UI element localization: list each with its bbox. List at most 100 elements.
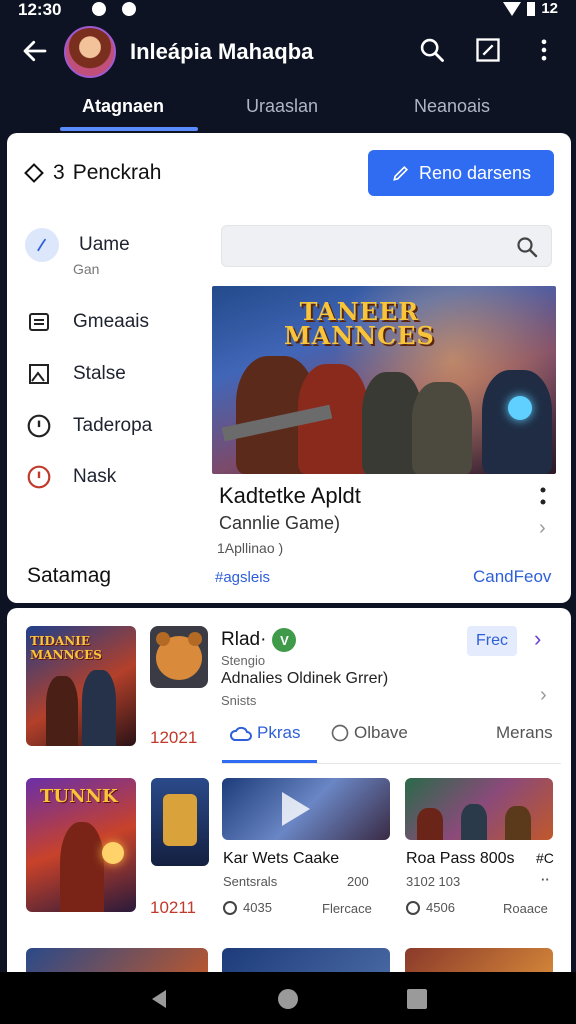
price-label: 10211 (150, 898, 197, 917)
tile-meta: 3102 103 (406, 874, 461, 889)
search-icon[interactable] (418, 36, 446, 64)
game-thumbnail[interactable] (222, 948, 390, 972)
hero-title-line2: MANNCES (284, 321, 435, 350)
thumb-figure (82, 670, 116, 746)
nav-home-icon[interactable] (277, 988, 299, 1010)
thumb-figure (461, 804, 487, 840)
tile-foot-right: Roaace (503, 901, 548, 916)
verified-badge-icon: V (272, 628, 297, 652)
nav-back-icon[interactable] (148, 988, 170, 1010)
row-title: Rlad· V (221, 628, 297, 652)
status-right: 12 (503, 0, 558, 17)
tile-foot: 4506 (406, 900, 455, 915)
tile-title: Roa Pass 800s (406, 850, 515, 867)
footer-tag-link[interactable]: #agsleis (215, 569, 270, 586)
tab-bar: Atagnaen Uraaslan Neanoais (0, 86, 576, 132)
row-description: Adnalies Oldinek Grrer) (221, 670, 389, 687)
status-time: 12:30 (18, 0, 62, 19)
app-icon[interactable] (151, 778, 209, 866)
more-icon[interactable] (540, 487, 546, 509)
segment-label: Olbave (354, 723, 408, 742)
tile-more-icon[interactable]: ·· (541, 872, 550, 887)
search-icon (517, 237, 538, 258)
tab-atagnaen[interactable]: Atagnaen (82, 96, 164, 117)
nav-label: Gmeaais (73, 311, 150, 332)
thumb-figure (417, 808, 443, 840)
game-thumbnail[interactable] (26, 948, 208, 972)
app-title: Inleápia Mahaqba (130, 39, 314, 64)
tab-uraaslan[interactable]: Uraaslan (246, 96, 318, 117)
cloud-icon (229, 726, 252, 741)
nav-sublabel: Gan (73, 261, 100, 277)
nav-item-nask[interactable]: Nask (25, 463, 116, 491)
bear-icon (156, 632, 202, 680)
game-thumbnail[interactable] (405, 778, 553, 840)
chevron-right-icon[interactable]: › (540, 684, 547, 707)
app-bar: Inleápia Mahaqba (0, 22, 576, 86)
list-icon (25, 308, 53, 336)
tile-foot-value: 4506 (426, 900, 455, 915)
notification-icon (92, 2, 106, 16)
chevron-right-icon[interactable]: › (539, 517, 546, 540)
clock-icon (223, 900, 237, 915)
free-button[interactable]: Frec (467, 626, 517, 656)
primary-action-button[interactable]: Reno darsens (368, 150, 554, 196)
info-icon (25, 412, 53, 440)
primary-action-label: Reno darsens (418, 162, 532, 183)
chevron-icon (25, 228, 59, 262)
nav-item-gmeaais[interactable]: Gmeaais (25, 308, 149, 336)
tile-meta-right: 200 (347, 874, 369, 889)
search-input[interactable] (221, 225, 552, 267)
tile-foot: 4035 (223, 900, 272, 915)
edit-icon[interactable] (474, 36, 502, 64)
clock-icon (406, 900, 420, 915)
game-meta: 1Apllinao ) (217, 540, 284, 556)
hero-banner-image[interactable]: TANEER MANNCES (212, 286, 556, 474)
featured-card: 3 Penckrah Reno darsens Uame Gan Gmeaais… (7, 133, 571, 603)
segment-pkras[interactable]: Pkras (229, 723, 300, 743)
segment-label: Pkras (257, 723, 301, 742)
hero-light (508, 396, 532, 420)
segment-divider (221, 763, 561, 764)
status-bar: 12:30 12 (0, 0, 576, 22)
nav-item-stalse[interactable]: Stalse (25, 360, 126, 388)
thumb-caption: TIDANIE MANNCES (30, 634, 102, 662)
segment-merans[interactable]: Merans (496, 723, 553, 743)
thumb-figure (505, 806, 531, 840)
game-thumbnail[interactable] (405, 948, 553, 972)
more-icon[interactable] (530, 36, 558, 64)
pencil-icon (393, 165, 408, 181)
nav-item-taderopa[interactable]: Taderopa (25, 412, 152, 440)
segment-olbave[interactable]: Olbave (330, 723, 408, 743)
wifi-icon (503, 1, 522, 16)
tab-neanoais[interactable]: Neanoais (414, 96, 490, 117)
footer-link[interactable]: CandFeov (473, 567, 551, 587)
hero-title: TANEER MANNCES (284, 300, 435, 348)
thumb-light (102, 842, 124, 864)
game-thumbnail[interactable]: TIDANIE MANNCES (26, 626, 136, 746)
refresh-icon (331, 724, 349, 742)
app-icon[interactable] (150, 626, 208, 688)
game-thumbnail[interactable] (222, 778, 390, 840)
signal-icon (527, 1, 536, 16)
status-right-text: 12 (541, 0, 558, 17)
tile-title: Kar Wets Caake (223, 850, 340, 867)
card-title-number: 3 (53, 161, 65, 184)
tile-title-right: #C (536, 850, 554, 866)
game-subtitle: Cannlie Game) (219, 513, 341, 533)
segment-indicator (222, 760, 317, 763)
chevron-right-icon[interactable]: › (534, 626, 541, 652)
nav-recents-icon[interactable] (406, 988, 428, 1010)
game-list-card: TIDANIE MANNCES Rlad· V Stengio Adnalies… (7, 608, 571, 972)
thumb-figure (60, 822, 104, 912)
nav-item-uame[interactable]: Uame (25, 228, 130, 262)
app-actions (418, 36, 558, 64)
avatar[interactable] (64, 26, 116, 78)
tile-foot-right: Flercace (322, 901, 372, 916)
tile-foot-value: 4035 (243, 900, 272, 915)
game-thumbnail[interactable]: TUNNK (26, 778, 136, 912)
nav-label: Stalse (73, 363, 126, 384)
back-arrow-icon[interactable] (20, 36, 50, 66)
diamond-icon (24, 163, 44, 183)
hero-figure (412, 382, 472, 474)
